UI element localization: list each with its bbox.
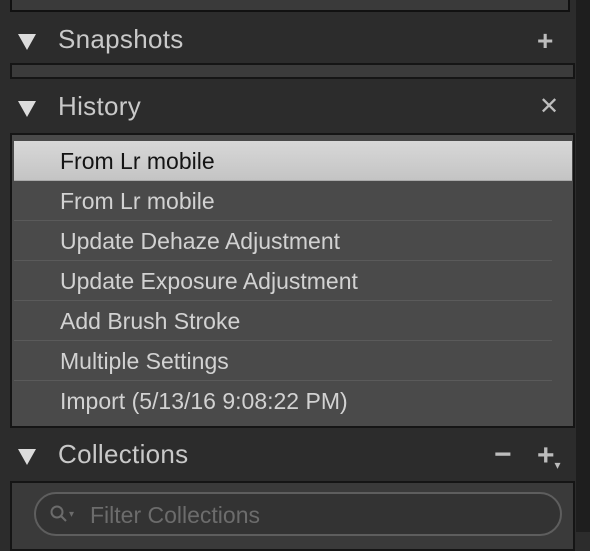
history-title: History xyxy=(58,91,141,121)
history-item[interactable]: From Lr mobile xyxy=(14,181,552,221)
history-header[interactable]: History ✕ xyxy=(0,82,576,134)
plus-icon[interactable]: + xyxy=(537,27,553,55)
history-item[interactable]: From Lr mobile xyxy=(14,141,572,181)
search-icon xyxy=(50,505,67,522)
collections-header[interactable]: Collections − +▾ xyxy=(0,430,576,482)
disclosure-triangle-icon[interactable] xyxy=(18,101,36,117)
search-dropdown-icon[interactable]: ▾ xyxy=(69,509,74,520)
history-item[interactable]: Update Dehaze Adjustment xyxy=(14,221,552,261)
history-panel: From Lr mobile From Lr mobile Update Deh… xyxy=(10,133,575,428)
history-item[interactable]: Multiple Settings xyxy=(14,341,552,381)
history-item[interactable]: Import (5/13/16 9:08:22 PM) xyxy=(14,381,552,421)
snapshots-title: Snapshots xyxy=(58,24,184,54)
disclosure-triangle-icon[interactable] xyxy=(18,34,36,50)
minus-icon[interactable]: − xyxy=(494,440,512,470)
panel-scroll-strip xyxy=(576,0,590,532)
plus-dropdown-icon[interactable]: +▾ xyxy=(537,441,561,472)
x-icon[interactable]: ✕ xyxy=(539,95,559,119)
snapshots-header[interactable]: Snapshots + xyxy=(0,14,576,66)
disclosure-triangle-icon[interactable] xyxy=(18,449,36,465)
filter-collections-input[interactable] xyxy=(88,494,552,536)
history-item[interactable]: Update Exposure Adjustment xyxy=(14,261,552,301)
collections-title: Collections xyxy=(58,439,189,469)
previous-panel-bottom xyxy=(10,0,570,12)
filter-collections-field[interactable]: ▾ xyxy=(34,492,562,536)
snapshots-panel xyxy=(10,63,575,79)
collections-panel: ▾ xyxy=(10,481,575,551)
history-item[interactable]: Add Brush Stroke xyxy=(14,301,552,341)
